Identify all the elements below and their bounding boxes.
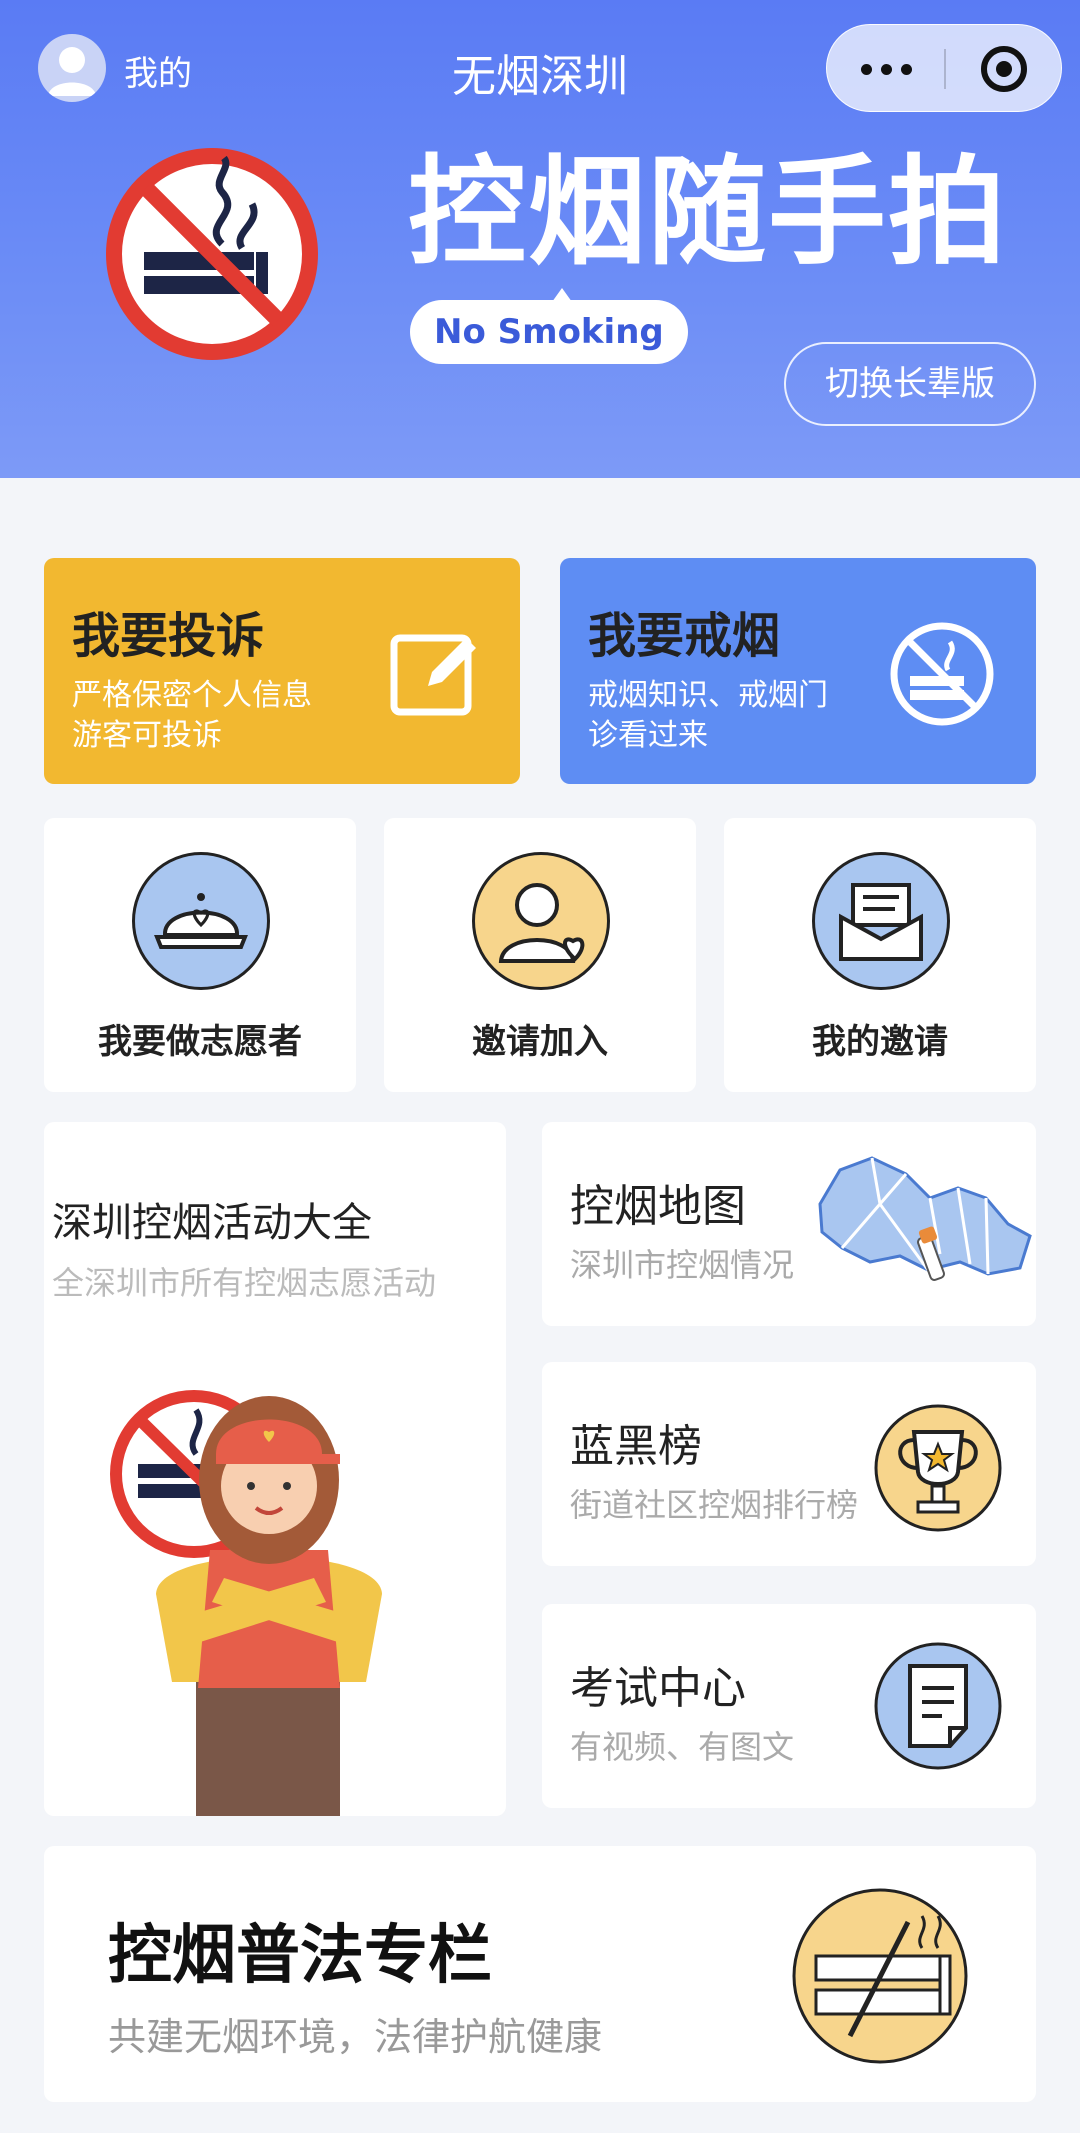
volunteer-illustration xyxy=(110,1390,382,1816)
law-title: 控烟普法专栏 xyxy=(108,1919,492,1993)
quit-title: 我要戒烟 xyxy=(588,608,781,664)
complain-line1: 严格保密个人信息 xyxy=(72,678,312,713)
quit-smoking-card[interactable]: 我要戒烟 戒烟知识、戒烟门 诊看过来 xyxy=(560,558,1036,784)
activities-card[interactable]: 深圳控烟活动大全 全深圳市所有控烟志愿活动 xyxy=(44,1122,506,1816)
banner-title-part1: 控 xyxy=(408,143,529,281)
no-smoking-sign-icon xyxy=(106,148,318,360)
complain-line2: 游客可投诉 xyxy=(72,718,222,753)
target-close-icon[interactable] xyxy=(945,25,1063,113)
exam-card[interactable]: 考试中心 有视频、有图文 xyxy=(542,1604,1036,1808)
mini-program-capsule xyxy=(826,24,1062,112)
banner-title-part2: 随手拍 xyxy=(648,143,1009,281)
my-invites-card[interactable]: 我的邀请 xyxy=(724,818,1036,1092)
activities-subtitle: 全深圳市所有控烟志愿活动 xyxy=(52,1264,437,1302)
ranking-subtitle: 街道社区控烟排行榜 xyxy=(570,1486,859,1524)
document-icon xyxy=(874,1642,1002,1770)
invite-card[interactable]: 邀请加入 xyxy=(384,818,696,1092)
envelope-icon xyxy=(812,852,950,990)
exam-title: 考试中心 xyxy=(570,1663,746,1714)
complain-card[interactable]: 我要投诉 严格保密个人信息 游客可投诉 xyxy=(44,558,520,784)
no-smoking-icon xyxy=(890,622,994,726)
no-smoking-pill: No Smoking xyxy=(410,300,688,364)
elder-mode-button[interactable]: 切换长辈版 xyxy=(784,342,1036,426)
my-invites-label: 我的邀请 xyxy=(812,1022,948,1062)
more-dots-icon[interactable] xyxy=(827,25,945,113)
shenzhen-map-icon xyxy=(818,1156,1032,1281)
map-card[interactable]: 控烟地图 深圳市控烟情况 xyxy=(542,1122,1036,1326)
user-heart-icon xyxy=(472,852,610,990)
trophy-icon xyxy=(874,1404,1002,1532)
volunteer-cap-icon xyxy=(132,852,270,990)
header-banner: 我的 无烟深圳 控烟随手拍 No Smoking 切换长辈版 xyxy=(0,0,1080,478)
volunteer-card[interactable]: 我要做志愿者 xyxy=(44,818,356,1092)
quit-line1: 戒烟知识、戒烟门 xyxy=(588,678,828,713)
exam-subtitle: 有视频、有图文 xyxy=(570,1728,795,1766)
map-subtitle: 深圳市控烟情况 xyxy=(570,1246,795,1284)
ranking-card[interactable]: 蓝黑榜 街道社区控烟排行榜 xyxy=(542,1362,1036,1566)
law-subtitle: 共建无烟环境，法律护航健康 xyxy=(108,2015,603,2059)
activities-title: 深圳控烟活动大全 xyxy=(52,1200,372,1246)
complain-title: 我要投诉 xyxy=(72,608,265,664)
map-title: 控烟地图 xyxy=(570,1181,746,1232)
invite-label: 邀请加入 xyxy=(472,1022,608,1062)
quit-line2: 诊看过来 xyxy=(588,718,708,753)
volunteer-label: 我要做志愿者 xyxy=(98,1022,302,1062)
edit-icon xyxy=(390,634,476,716)
law-column-card[interactable]: 控烟普法专栏 共建无烟环境，法律护航健康 xyxy=(44,1846,1036,2102)
banner-title-highlight: 烟 xyxy=(528,143,649,281)
no-smoking-cigarette-icon xyxy=(792,1888,968,2064)
ranking-title: 蓝黑榜 xyxy=(570,1421,702,1472)
banner-title: 控烟随手拍 xyxy=(408,142,1008,284)
